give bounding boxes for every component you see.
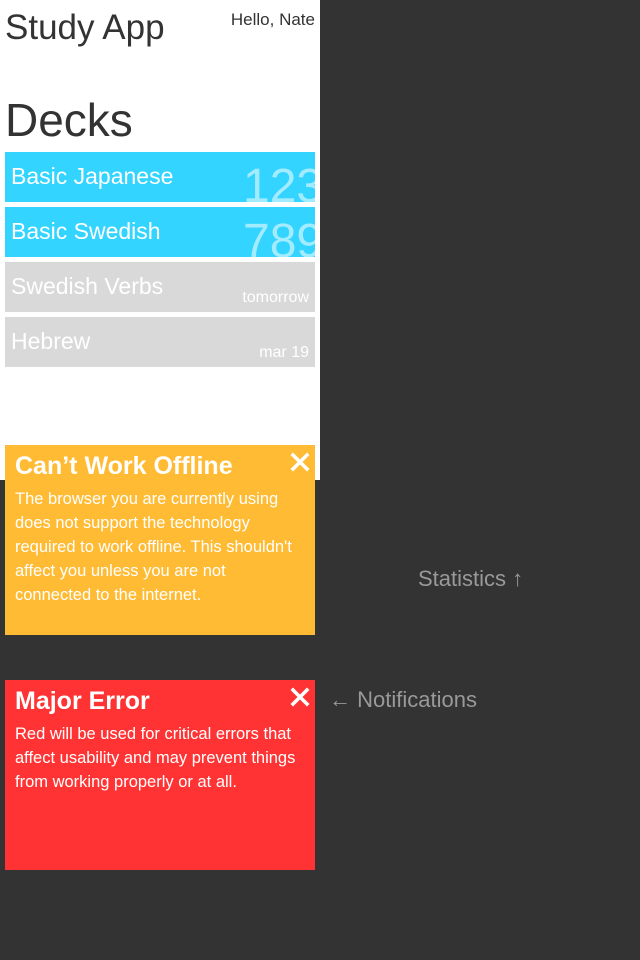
major-error-notification: Major Error Red will be used for critica… bbox=[5, 680, 315, 870]
notification-body: Red will be used for critical errors tha… bbox=[15, 725, 296, 791]
notification-title: Major Error bbox=[15, 687, 150, 715]
deck-next-review: tomorrow bbox=[242, 289, 309, 306]
notification-title: Can’t Work Offline bbox=[15, 452, 233, 480]
notification-body: The browser you are currently using does… bbox=[15, 490, 292, 604]
offline-warning-notification: Can’t Work Offline The browser you are c… bbox=[5, 445, 315, 635]
deck-due-count: 789 bbox=[243, 215, 315, 258]
deck-name: Basic Japanese bbox=[11, 163, 174, 189]
statistics-annotation: Statistics ↑ bbox=[418, 566, 524, 591]
deck-basic-swedish[interactable]: Basic Swedish 789 bbox=[5, 207, 315, 257]
app-title: Study App bbox=[5, 8, 165, 47]
deck-hebrew[interactable]: Hebrew mar 19 bbox=[5, 317, 315, 367]
deck-name: Hebrew bbox=[11, 328, 91, 354]
deck-name: Swedish Verbs bbox=[11, 273, 164, 299]
notifications-annotation: ← Notifications bbox=[329, 687, 477, 712]
close-icon[interactable] bbox=[289, 451, 311, 473]
user-greeting: Hello, Nate bbox=[230, 10, 315, 29]
close-icon[interactable] bbox=[289, 686, 311, 708]
deck-next-review: mar 19 bbox=[259, 344, 309, 361]
app-panel: Study App Hello, Nate Decks Basic Japane… bbox=[0, 0, 320, 480]
deck-basic-japanese[interactable]: Basic Japanese 123 bbox=[5, 152, 315, 202]
page: Study App Hello, Nate Decks Basic Japane… bbox=[0, 0, 640, 960]
deck-swedish-verbs[interactable]: Swedish Verbs tomorrow bbox=[5, 262, 315, 312]
deck-due-count: 123 bbox=[243, 160, 315, 203]
deck-list: Basic Japanese 123 Basic Swedish 789 Swe… bbox=[5, 152, 315, 372]
decks-heading: Decks bbox=[5, 94, 133, 146]
deck-name: Basic Swedish bbox=[11, 218, 161, 244]
